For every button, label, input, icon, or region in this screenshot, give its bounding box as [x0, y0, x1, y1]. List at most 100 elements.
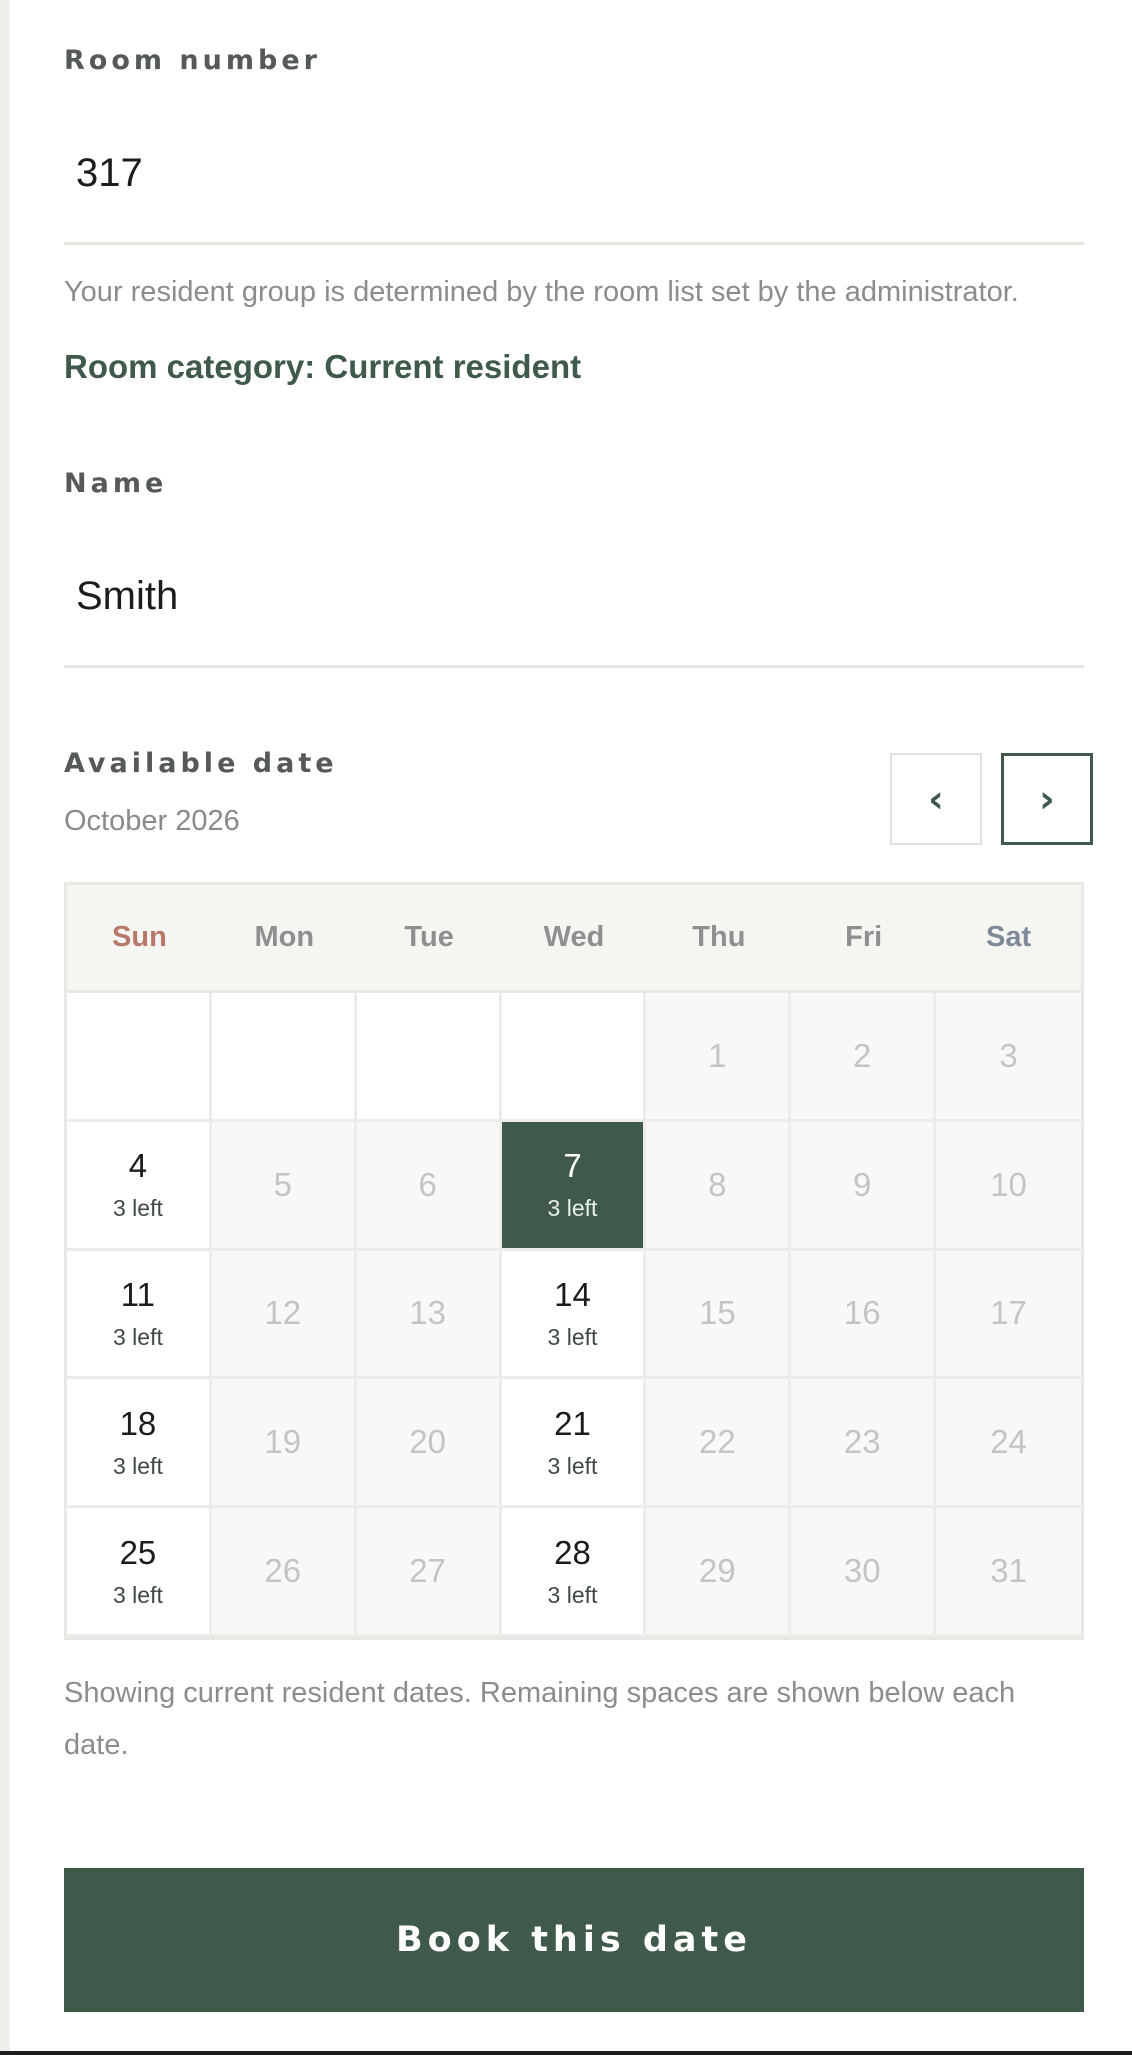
- calendar-day-cell[interactable]: 14 3 left: [501, 1250, 647, 1380]
- day-number: 31: [990, 1552, 1027, 1590]
- weekday-sat: Sat: [986, 921, 1032, 953]
- calendar-day-cell: 10: [936, 1121, 1081, 1251]
- calendar-empty-cell: [501, 993, 647, 1122]
- calendar-day-cell: 22: [646, 1379, 792, 1509]
- room-number-input[interactable]: 317: [64, 95, 1084, 245]
- calendar-month: October 2026: [64, 805, 240, 837]
- day-number: 20: [409, 1423, 446, 1461]
- day-number: 5: [273, 1165, 292, 1203]
- calendar-day-cell: 17: [936, 1250, 1081, 1380]
- weekday-sun: Sun: [112, 921, 167, 953]
- next-month-button[interactable]: ›: [1001, 753, 1093, 845]
- calendar-day-cell: 24: [936, 1379, 1081, 1509]
- day-number: 26: [264, 1552, 302, 1590]
- day-number: 4: [128, 1147, 148, 1185]
- calendar-day-cell: 31: [936, 1508, 1081, 1637]
- calendar-day-cell: 20: [356, 1379, 502, 1509]
- remaining-spaces: 3 left: [547, 1195, 598, 1222]
- calendar-day-cell[interactable]: 4 3 left: [67, 1121, 212, 1251]
- day-number: 23: [843, 1423, 881, 1461]
- day-number: 16: [843, 1294, 881, 1332]
- day-number: 27: [409, 1552, 446, 1590]
- day-number: 17: [990, 1294, 1027, 1332]
- remaining-spaces: 3 left: [547, 1581, 598, 1608]
- calendar-day-cell[interactable]: 7 3 left: [501, 1121, 647, 1251]
- calendar-day-cell: 3: [936, 993, 1081, 1122]
- calendar-days: 12343 left 5 6 7 3 left 8 9 10 11 3 left 12 13 14 3 l…: [67, 993, 1081, 1637]
- calendar-day-cell: 16: [791, 1250, 937, 1380]
- weekday-wed: Wed: [543, 921, 605, 953]
- calendar-day-cell: 6: [356, 1121, 502, 1251]
- weekday-tue: Tue: [404, 921, 454, 953]
- calendar-note: Showing current resident dates. Remainin…: [64, 1677, 1016, 1761]
- day-number: 9: [853, 1165, 872, 1203]
- name-value: Smith: [76, 574, 179, 618]
- name-label: Name: [64, 468, 168, 499]
- day-number: 12: [264, 1294, 302, 1332]
- calendar-day-cell[interactable]: 25 3 left: [67, 1508, 212, 1637]
- remaining-spaces: 3 left: [112, 1323, 163, 1350]
- day-number: 29: [698, 1552, 736, 1590]
- day-number: 1: [708, 1036, 727, 1074]
- calendar-grid: Sun Mon Tue Wed Thu Fri Sat 12343 left 5 6…: [64, 882, 1084, 1640]
- calendar-day-cell[interactable]: 21 3 left: [501, 1379, 647, 1509]
- day-number: 24: [990, 1423, 1027, 1461]
- booking-panel: Room number 317 Your resident group is d…: [10, 0, 1132, 2051]
- day-number: 7: [563, 1147, 582, 1185]
- day-number: 14: [554, 1275, 591, 1313]
- calendar-day-cell: 27: [356, 1508, 502, 1637]
- calendar-day-cell: 8: [646, 1121, 792, 1251]
- calendar-day-cell: 15: [646, 1250, 792, 1380]
- room-category: Room category: Current resident: [64, 348, 582, 385]
- book-date-button[interactable]: Book this date: [64, 1868, 1084, 2012]
- day-number: 21: [554, 1404, 591, 1442]
- calendar-day-cell: 23: [791, 1379, 937, 1509]
- remaining-spaces: 3 left: [547, 1323, 598, 1350]
- chevron-right-icon: ›: [1039, 777, 1055, 821]
- room-number-label: Room number: [64, 45, 321, 76]
- day-number: 28: [554, 1533, 591, 1571]
- calendar-day-cell: 26: [211, 1508, 357, 1637]
- chevron-left-icon: ‹: [928, 777, 944, 821]
- weekday-header: Sun Mon Tue Wed Thu Fri Sat: [67, 885, 1081, 993]
- calendar-day-cell: 13: [356, 1250, 502, 1380]
- calendar-day-cell: 19: [211, 1379, 357, 1509]
- calendar-empty-cell: [67, 993, 212, 1122]
- calendar-day-cell: 2: [791, 993, 937, 1122]
- bottom-border: [0, 2051, 1132, 2055]
- calendar-empty-cell: [211, 993, 357, 1122]
- calendar-day-cell: 9: [791, 1121, 937, 1251]
- remaining-spaces: 3 left: [547, 1452, 598, 1479]
- day-number: 25: [119, 1533, 157, 1571]
- calendar-day-cell[interactable]: 11 3 left: [67, 1250, 212, 1380]
- day-number: 18: [119, 1404, 157, 1442]
- calendar-day-cell[interactable]: 28 3 left: [501, 1508, 647, 1637]
- day-number: 10: [990, 1165, 1027, 1203]
- calendar-day-cell: 30: [791, 1508, 937, 1637]
- day-number: 19: [264, 1423, 302, 1461]
- day-number: 15: [698, 1294, 736, 1332]
- calendar-day-cell: 1: [646, 993, 792, 1122]
- weekday-fri: Fri: [845, 921, 883, 953]
- name-input[interactable]: Smith: [64, 518, 1084, 668]
- room-help-text: Your resident group is determined by the…: [64, 276, 1019, 308]
- available-date-label: Available date: [64, 748, 338, 779]
- room-number-value: 317: [76, 151, 143, 195]
- prev-month-button[interactable]: ‹: [890, 753, 982, 845]
- day-number: 3: [999, 1036, 1018, 1074]
- day-number: 2: [853, 1036, 872, 1074]
- weekday-mon: Mon: [254, 921, 315, 953]
- calendar-day-cell[interactable]: 18 3 left: [67, 1379, 212, 1509]
- calendar-day-cell: 12: [211, 1250, 357, 1380]
- weekday-thu: Thu: [692, 921, 746, 953]
- calendar-day-cell: 29: [646, 1508, 792, 1637]
- day-number: 6: [418, 1165, 437, 1203]
- calendar-day-cell: 5: [211, 1121, 357, 1251]
- calendar-empty-cell: [356, 993, 502, 1122]
- day-number: 11: [120, 1275, 156, 1313]
- remaining-spaces: 3 left: [112, 1581, 163, 1608]
- day-number: 22: [698, 1423, 736, 1461]
- day-number: 8: [708, 1165, 727, 1203]
- day-number: 13: [409, 1294, 446, 1332]
- remaining-spaces: 3 left: [112, 1452, 163, 1479]
